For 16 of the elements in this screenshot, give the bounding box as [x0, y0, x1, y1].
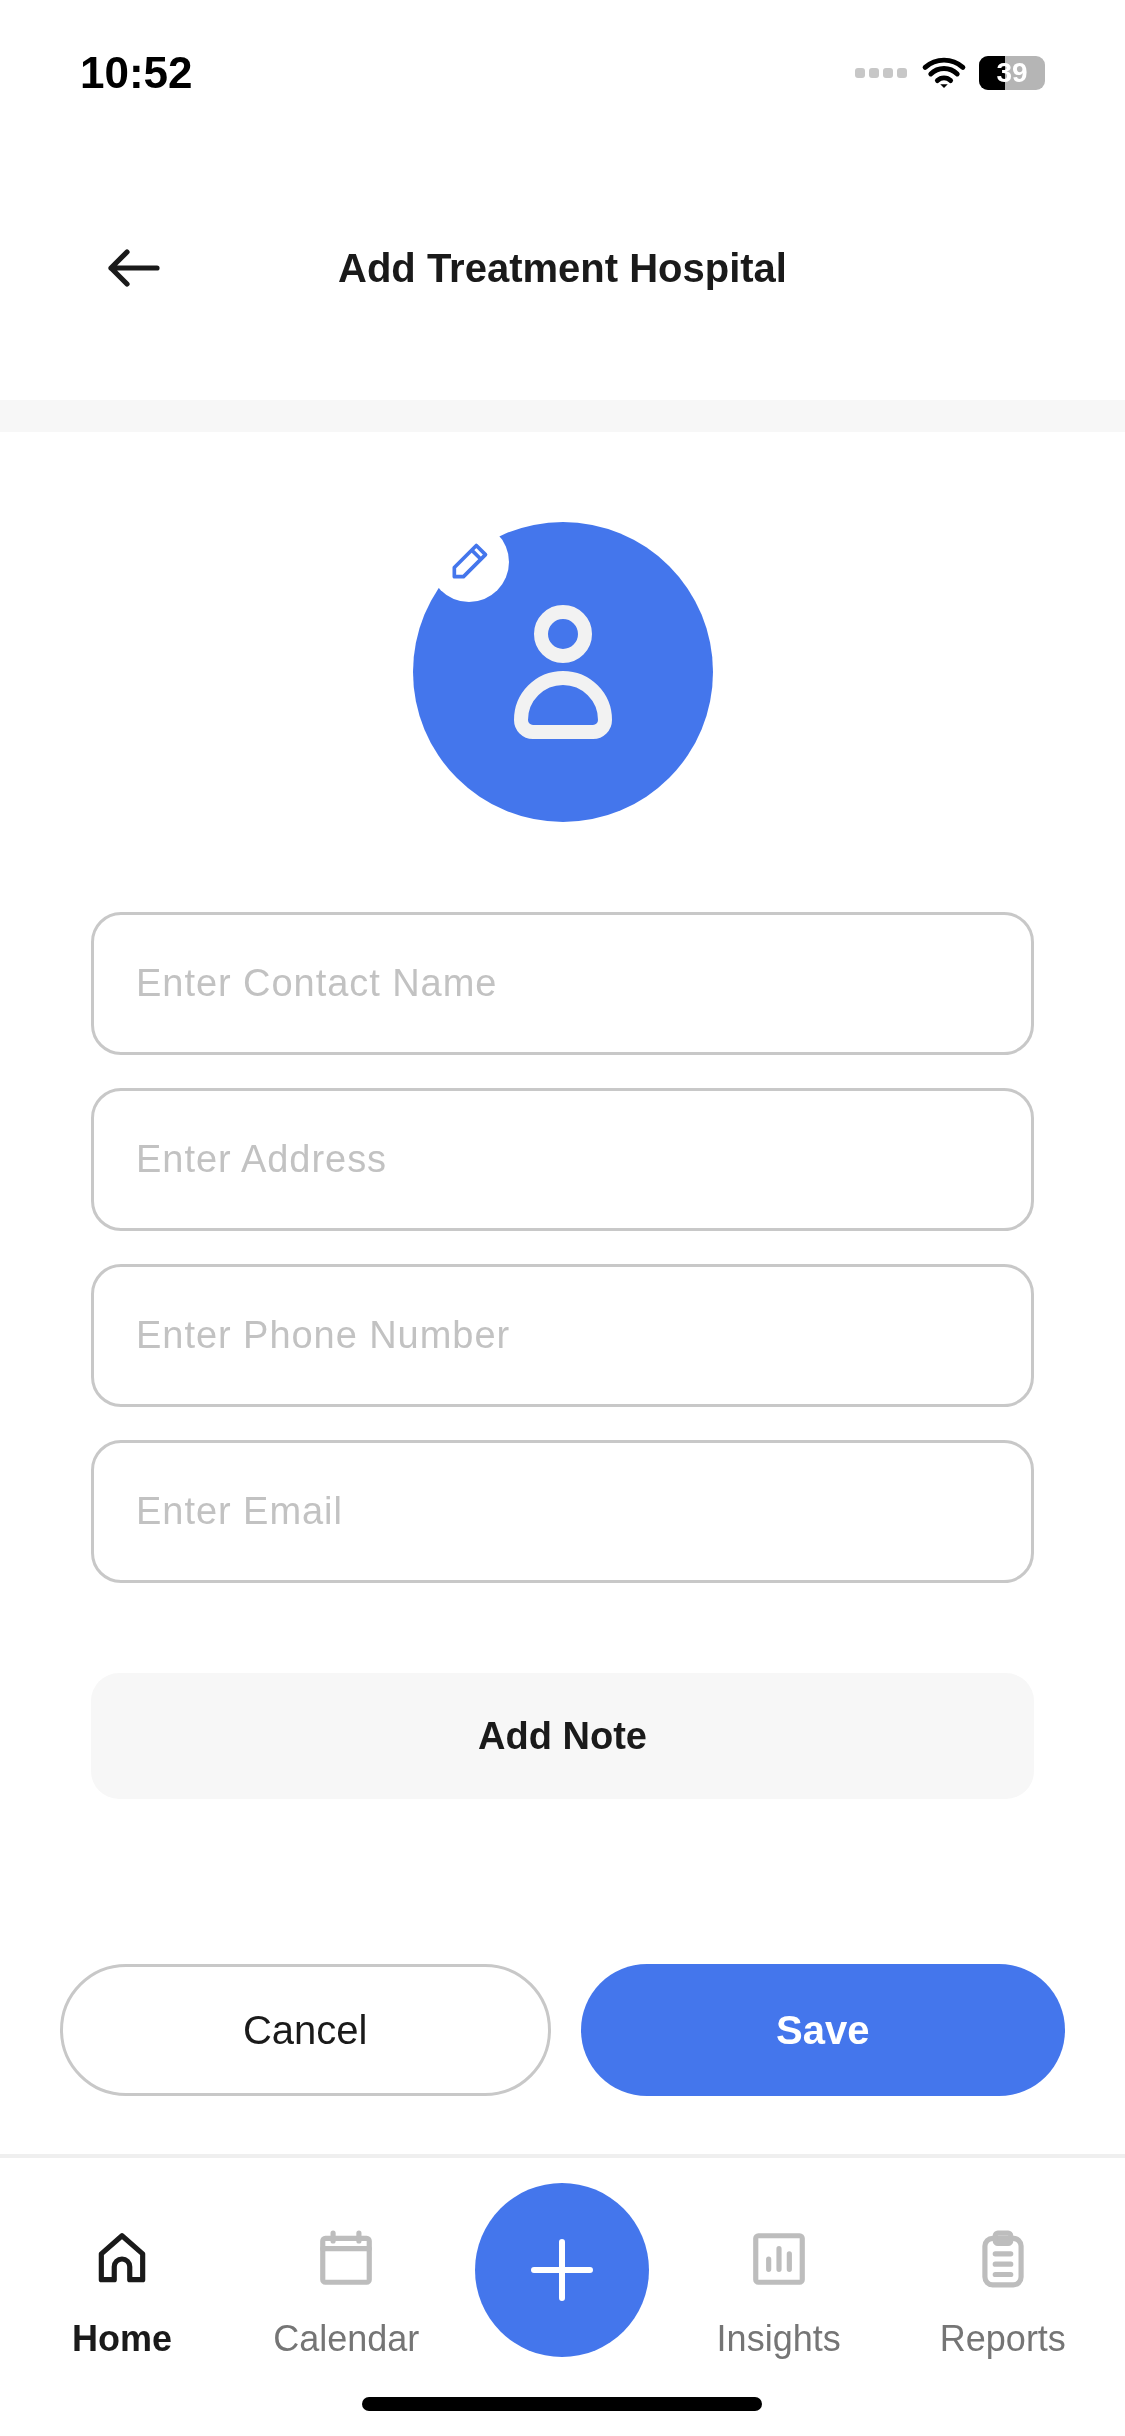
save-button[interactable]: Save	[580, 1964, 1065, 2096]
plus-icon	[531, 2239, 594, 2301]
page-title: Add Treatment Hospital	[338, 244, 787, 292]
status-time: 10:52	[80, 46, 193, 99]
tab[interactable]: Calendar	[251, 2188, 442, 2366]
input-field[interactable]: Enter Phone Number	[91, 1264, 1034, 1407]
wifi-icon	[921, 55, 967, 90]
input-field[interactable]: Enter Address	[91, 1088, 1034, 1231]
add-note-button[interactable]: Add Note	[91, 1673, 1034, 1799]
input-field[interactable]: Enter Contact Name	[91, 912, 1034, 1055]
input-field[interactable]: Enter Email	[91, 1440, 1034, 1583]
tab[interactable]: Home	[27, 2188, 218, 2366]
tab[interactable]: Reports	[907, 2188, 1098, 2366]
cancel-button[interactable]: Cancel	[60, 1964, 551, 2096]
tab[interactable]: Insights	[683, 2188, 874, 2366]
signal-icon	[855, 66, 909, 79]
